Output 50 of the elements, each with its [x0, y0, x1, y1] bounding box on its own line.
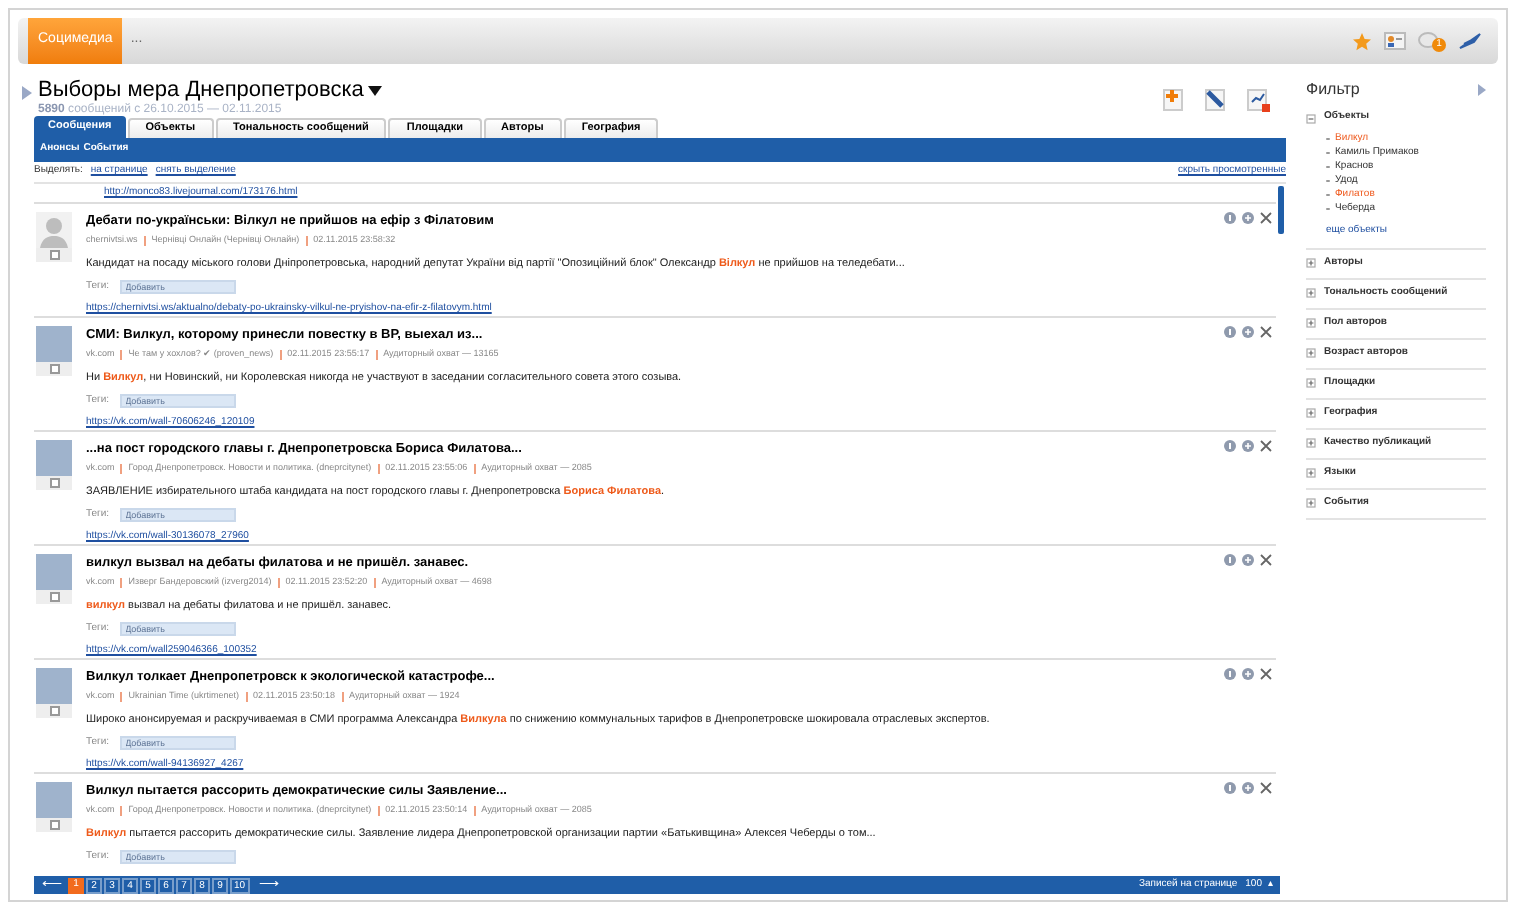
close-icon[interactable] — [1260, 440, 1272, 452]
close-icon[interactable] — [1260, 668, 1272, 680]
info-circle-icon[interactable] — [1224, 440, 1236, 452]
info-circle-icon[interactable] — [1224, 212, 1236, 224]
collapse-icon[interactable] — [1306, 113, 1316, 123]
plus-circle-icon[interactable] — [1242, 440, 1254, 452]
photo-placeholder — [36, 668, 72, 704]
photo-placeholder — [36, 782, 72, 818]
close-icon[interactable] — [1260, 554, 1272, 566]
dropdown-caret-icon[interactable] — [367, 85, 382, 95]
expand-icon[interactable] — [1306, 438, 1316, 448]
plus-circle-icon[interactable] — [1242, 782, 1254, 794]
expand-triangle-icon — [22, 86, 32, 100]
expand-icon[interactable] — [1306, 498, 1316, 508]
photo-placeholder — [36, 440, 72, 476]
checkbox[interactable] — [49, 250, 59, 260]
star-icon[interactable] — [1352, 31, 1372, 51]
expand-icon[interactable] — [1306, 258, 1316, 268]
document-chart-icon[interactable] — [1246, 88, 1270, 112]
add-document-icon[interactable] — [1162, 88, 1184, 112]
checkbox[interactable] — [49, 478, 59, 488]
close-icon[interactable] — [1260, 782, 1272, 794]
expand-icon[interactable] — [1306, 318, 1316, 328]
checkbox[interactable] — [49, 706, 59, 716]
scrollbar-thumb[interactable] — [1278, 186, 1284, 234]
info-circle-icon[interactable] — [1224, 668, 1236, 680]
filter-title: Фильтр — [1306, 78, 1360, 102]
checkbox[interactable] — [49, 364, 59, 374]
expand-icon[interactable] — [1306, 348, 1316, 358]
expand-icon[interactable] — [1306, 468, 1316, 478]
expand-icon[interactable] — [1306, 408, 1316, 418]
collapse-panel-icon[interactable] — [1478, 84, 1486, 96]
plus-circle-icon[interactable] — [1242, 212, 1254, 224]
close-icon[interactable] — [1260, 326, 1272, 338]
expand-icon[interactable] — [1306, 288, 1316, 298]
checkbox[interactable] — [49, 820, 59, 830]
photo-placeholder — [36, 554, 72, 590]
close-icon[interactable] — [1260, 212, 1272, 224]
checkbox[interactable] — [49, 592, 59, 602]
page-title: Выборы мера Днепропетровска — [38, 78, 364, 102]
info-circle-icon[interactable] — [1224, 326, 1236, 338]
cloud-icon[interactable] — [1418, 30, 1438, 48]
plus-circle-icon[interactable] — [1242, 326, 1254, 338]
user-card-icon[interactable] — [1384, 32, 1406, 50]
photo-placeholder — [36, 326, 72, 362]
info-circle-icon[interactable] — [1224, 782, 1236, 794]
plus-circle-icon[interactable] — [1242, 668, 1254, 680]
expand-icon[interactable] — [1306, 378, 1316, 388]
plus-circle-icon[interactable] — [1242, 554, 1254, 566]
info-circle-icon[interactable] — [1224, 554, 1236, 566]
